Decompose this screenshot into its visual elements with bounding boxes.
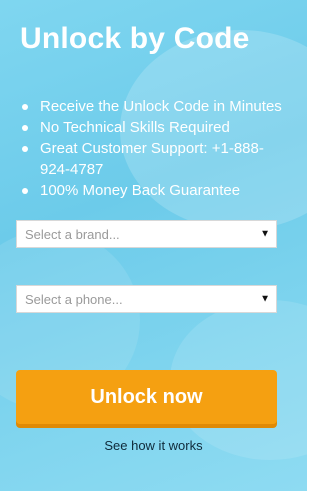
see-how-it-works-link[interactable]: See how it works (0, 438, 307, 453)
feature-item: Receive the Unlock Code in Minutes (20, 96, 292, 117)
dropdown-arrow-icon: ▼ (260, 228, 270, 240)
phone-select-placeholder: Select a phone... (25, 291, 123, 307)
brand-select-placeholder: Select a brand... (25, 226, 120, 242)
feature-item: 100% Money Back Guarantee (20, 180, 292, 201)
phone-select[interactable]: Select a phone... ▼ (16, 285, 277, 313)
feature-list: Receive the Unlock Code in Minutes No Te… (20, 96, 292, 201)
feature-item: No Technical Skills Required (20, 117, 292, 138)
unlock-now-button[interactable]: Unlock now (16, 370, 277, 424)
dropdown-arrow-icon: ▼ (260, 293, 270, 305)
feature-item: Great Customer Support: +1-888-924-4787 (20, 138, 292, 180)
brand-select[interactable]: Select a brand... ▼ (16, 220, 277, 248)
unlock-panel: Unlock by Code Receive the Unlock Code i… (0, 0, 307, 491)
page-title: Unlock by Code (20, 22, 250, 55)
